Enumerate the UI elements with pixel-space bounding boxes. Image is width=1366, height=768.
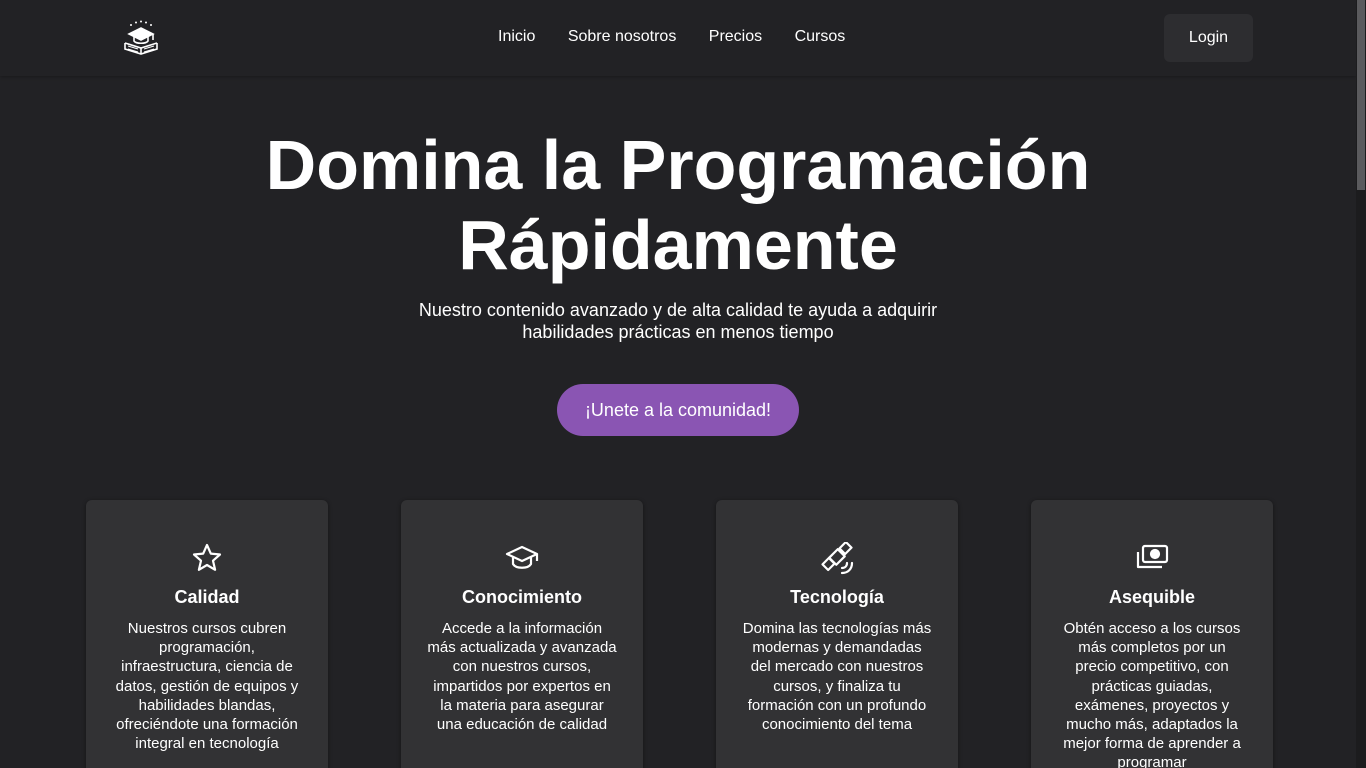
feature-title: Asequible <box>1108 587 1196 607</box>
satellite-icon <box>716 542 958 575</box>
feature-card-asequible: Asequible Obtén acceso a los cursos más … <box>1031 500 1273 768</box>
hero-title-line-1: Domina la Programación <box>265 126 1091 204</box>
feature-description: Obtén acceso a los cursos más completos … <box>1063 620 1241 768</box>
feature-description: Nuestros cursos cubren programación, inf… <box>115 620 299 753</box>
feature-description: Domina las tecnologías más modernas y de… <box>742 620 932 734</box>
graduation-cap-icon <box>401 542 643 574</box>
feature-card-tecnologia: Tecnología Domina las tecnologías más mo… <box>716 500 958 768</box>
page-scrollbar[interactable] <box>1356 0 1366 768</box>
graduation-cap-book-icon[interactable] <box>122 19 160 57</box>
feature-title: Conocimiento <box>462 587 582 607</box>
feature-title: Tecnología <box>790 587 884 607</box>
feature-description: Accede a la información más actualizada … <box>427 620 617 734</box>
nav-link-precios[interactable]: Precios <box>709 26 762 48</box>
login-button[interactable]: Login <box>1164 14 1253 62</box>
hero-subtitle-line-2: habilidades prácticas en menos tiempo <box>522 322 834 342</box>
feature-card-calidad: Calidad Nuestros cursos cubren programac… <box>86 500 328 768</box>
hero-title: Domina la Programación Rápidamente <box>0 125 1356 285</box>
nav-link-inicio[interactable]: Inicio <box>498 26 535 48</box>
feature-card-conocimiento: Conocimiento Accede a la información más… <box>401 500 643 768</box>
hero-title-line-2: Rápidamente <box>458 206 898 284</box>
star-icon <box>86 542 328 574</box>
nav-link-cursos[interactable]: Cursos <box>795 26 846 48</box>
nav-link-sobre-nosotros[interactable]: Sobre nosotros <box>568 26 677 48</box>
site-header: Inicio Sobre nosotros Precios Cursos Log… <box>0 0 1356 76</box>
money-icon <box>1031 542 1273 574</box>
hero-subtitle: Nuestro contenido avanzado y de alta cal… <box>0 299 1356 343</box>
hero-subtitle-line-1: Nuestro contenido avanzado y de alta cal… <box>418 300 938 320</box>
page: Inicio Sobre nosotros Precios Cursos Log… <box>0 0 1366 768</box>
join-community-button[interactable]: ¡Unete a la comunidad! <box>557 384 799 436</box>
scrollbar-thumb[interactable] <box>1357 0 1365 190</box>
feature-title: Calidad <box>174 587 240 607</box>
